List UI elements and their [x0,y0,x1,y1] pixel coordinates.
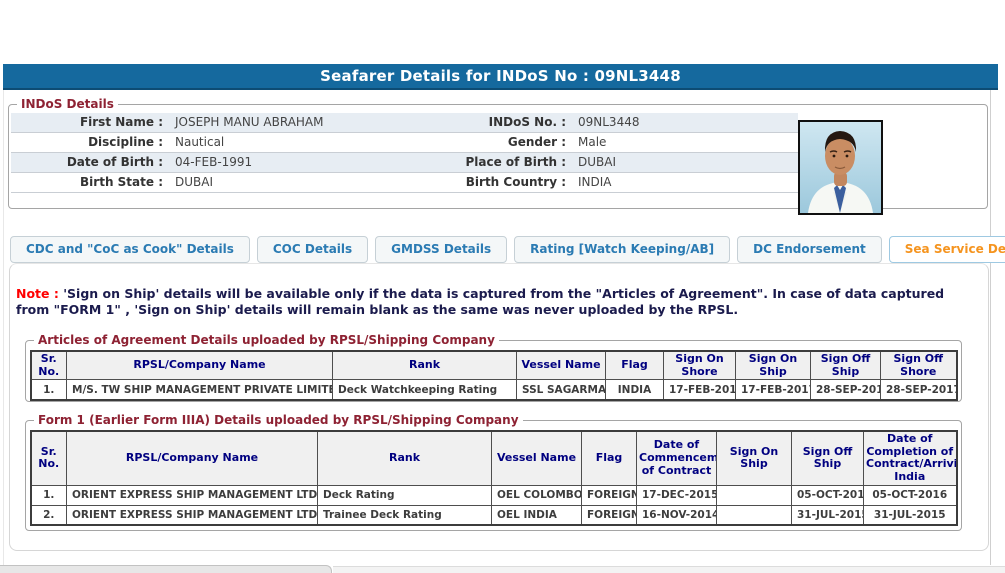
cell-sign-off-ship: 28-SEP-2017 [811,380,881,400]
articles-of-agreement-legend: Articles of Agreement Details uploaded b… [34,333,499,347]
indos-no-value: 09NL3448 [572,113,798,132]
col-flag: Flag [582,431,637,485]
birth-state-value: DUBAI [169,173,414,192]
col-sign-off-ship: Sign Off Ship [792,431,864,485]
page-title: Seafarer Details for INDoS No : 09NL3448 [3,64,998,90]
birth-country-value: INDIA [572,173,798,192]
indos-row-4: Birth State : DUBAI Birth Country : INDI… [11,173,798,193]
cell-rank: Deck Rating [318,485,492,505]
indos-details-fieldset: INDoS Details First Name : JOSEPH MANU A… [8,97,988,209]
articles-of-agreement-fieldset: Articles of Agreement Details uploaded b… [25,333,962,402]
tab-sea-service-details[interactable]: Sea Service Details [889,236,1005,263]
indos-no-label: INDoS No. : [414,113,572,132]
form1-details-legend: Form 1 (Earlier Form IIIA) Details uploa… [34,413,523,427]
col-rpsl-company-name: RPSL/Company Name [67,431,318,485]
cell-date-completion: 05-OCT-2016 [864,485,957,505]
tab-strip: CDC and "CoC as Cook" Details COC Detail… [10,236,985,263]
col-sign-on-ship: Sign On Ship [736,351,811,380]
place-of-birth-value: DUBAI [572,153,798,172]
cell-sign-off-ship: 31-JUL-2015 [792,505,864,525]
date-of-birth-value: 04-FEB-1991 [169,153,414,172]
table-row: 1. M/S. TW SHIP MANAGEMENT PRIVATE LIMIT… [31,380,957,400]
form1-details-table: Sr. No. RPSL/Company Name Rank Vessel Na… [30,430,958,526]
note-prefix: Note : [16,286,59,301]
cell-date-completion: 31-JUL-2015 [864,505,957,525]
cell-vessel: OEL COLOMBO [492,485,582,505]
indos-details-rows: First Name : JOSEPH MANU ABRAHAM INDoS N… [11,113,798,193]
cell-rank: Deck Watchkeeping Rating [333,380,517,400]
cell-sign-on-shore: 17-FEB-2017 [664,380,736,400]
col-rank: Rank [333,351,517,380]
col-date-completion: Date of Completion of Contract/Arriving … [864,431,957,485]
articles-header-row: Sr. No. RPSL/Company Name Rank Vessel Na… [31,351,957,380]
col-rank: Rank [318,431,492,485]
tab-dc-endorsement[interactable]: DC Endorsement [737,236,882,263]
col-sign-off-ship: Sign Off Ship [811,351,881,380]
gender-value: Male [572,133,798,152]
cell-sr-no: 1. [31,485,67,505]
place-of-birth-label: Place of Birth : [414,153,572,172]
discipline-value: Nautical [169,133,414,152]
cell-sign-off-ship: 05-OCT-2016 [792,485,864,505]
cell-vessel: SSL SAGARMALA [517,380,606,400]
birth-state-label: Birth State : [11,173,169,192]
tab-rating-watch-keeping-ab[interactable]: Rating [Watch Keeping/AB] [514,236,730,263]
note-text: Note : 'Sign on Ship' details will be av… [16,286,973,318]
cell-date-commencement: 16-NOV-2014 [637,505,717,525]
first-name-value: JOSEPH MANU ABRAHAM [169,113,414,132]
col-vessel-name: Vessel Name [517,351,606,380]
cell-sign-on-ship [717,485,792,505]
tab-gmdss-details[interactable]: GMDSS Details [375,236,507,263]
seafarer-photo [798,120,883,215]
col-sr-no: Sr. No. [31,431,67,485]
indos-row-3: Date of Birth : 04-FEB-1991 Place of Bir… [11,153,798,173]
cell-flag: FOREIGN [582,505,637,525]
table-row: 2. ORIENT EXPRESS SHIP MANAGEMENT LTD., … [31,505,957,525]
cell-vessel: OEL INDIA [492,505,582,525]
note-body: 'Sign on Ship' details will be available… [16,286,944,317]
first-name-label: First Name : [11,113,169,132]
table-row: 1. ORIENT EXPRESS SHIP MANAGEMENT LTD., … [31,485,957,505]
cell-sr-no: 1. [31,380,67,400]
cell-sign-on-ship: 17-FEB-2017 [736,380,811,400]
indos-details-legend: INDoS Details [17,97,118,111]
cell-flag: INDIA [606,380,664,400]
cell-company: M/S. TW SHIP MANAGEMENT PRIVATE LIMITED [67,380,333,400]
bottom-status-bar-left [0,565,332,573]
col-sign-on-shore: Sign On Shore [664,351,736,380]
cell-flag: FOREIGN [582,485,637,505]
tab-cdc-coc-as-cook-details[interactable]: CDC and "CoC as Cook" Details [10,236,250,263]
form1-header-row: Sr. No. RPSL/Company Name Rank Vessel Na… [31,431,957,485]
col-rpsl-company-name: RPSL/Company Name [67,351,333,380]
cell-sr-no: 2. [31,505,67,525]
cell-company: ORIENT EXPRESS SHIP MANAGEMENT LTD., MUM… [67,485,318,505]
bottom-status-bar-right [333,566,1005,573]
cell-company: ORIENT EXPRESS SHIP MANAGEMENT LTD., MUM… [67,505,318,525]
col-vessel-name: Vessel Name [492,431,582,485]
cell-sign-off-shore: 28-SEP-2017 [881,380,957,400]
indos-row-1: First Name : JOSEPH MANU ABRAHAM INDoS N… [11,113,798,133]
articles-of-agreement-table: Sr. No. RPSL/Company Name Rank Vessel Na… [30,350,958,401]
cell-rank: Trainee Deck Rating [318,505,492,525]
indos-row-2: Discipline : Nautical Gender : Male [11,133,798,153]
tab-coc-details[interactable]: COC Details [257,236,368,263]
birth-country-label: Birth Country : [414,173,572,192]
date-of-birth-label: Date of Birth : [11,153,169,172]
col-sr-no: Sr. No. [31,351,67,380]
col-date-commencement: Date of Commencement of Contract [637,431,717,485]
col-sign-off-shore: Sign Off Shore [881,351,957,380]
col-sign-on-ship: Sign On Ship [717,431,792,485]
col-flag: Flag [606,351,664,380]
form1-details-fieldset: Form 1 (Earlier Form IIIA) Details uploa… [25,413,962,531]
gender-label: Gender : [414,133,572,152]
seafarer-details-page: { "header": { "title": "Seafarer Details… [0,0,1005,573]
discipline-label: Discipline : [11,133,169,152]
cell-sign-on-ship [717,505,792,525]
cell-date-commencement: 17-DEC-2015 [637,485,717,505]
